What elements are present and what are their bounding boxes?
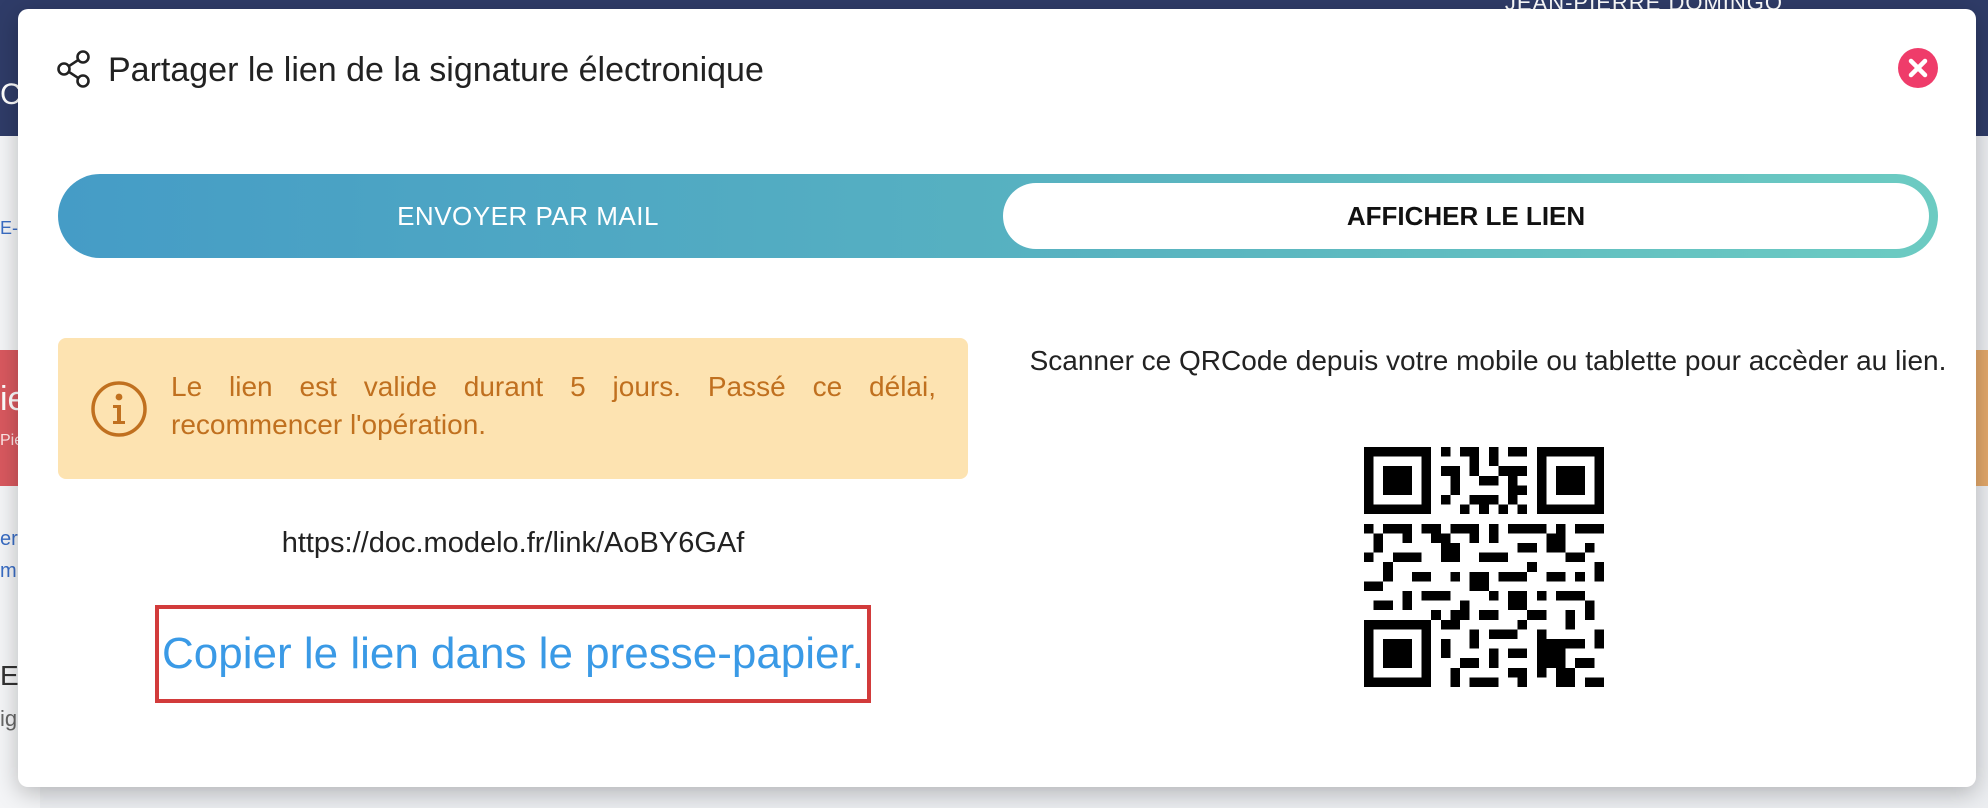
app-fragment-text[interactable]: er [0,528,18,551]
tab-send-by-mail[interactable]: ENVOYER PAR MAIL [58,174,998,258]
share-mode-tabs: ENVOYER PAR MAIL AFFICHER LE LIEN [58,174,1938,258]
qr-instruction: Scanner ce QRCode depuis votre mobile ou… [1029,345,1947,376]
modal-header: Partager le lien de la signature électro… [18,9,1976,129]
copy-highlight-box: Copier le lien dans le presse-papier. [155,605,871,703]
app-fragment-text[interactable]: m [0,560,17,583]
info-icon [90,380,148,438]
modal-title: Partager le lien de la signature électro… [108,51,764,89]
alert-message: Le lien est valide durant 5 jours. Passé… [171,371,936,440]
validity-alert: Le lien est valide durant 5 jours. Passé… [58,338,968,479]
share-link-url: https://doc.modelo.fr/link/AoBY6GAf [281,527,745,559]
qr-code-image [1364,447,1604,687]
share-link-modal: Partager le lien de la signature électro… [18,9,1976,787]
tab-show-link[interactable]: AFFICHER LE LIEN [1003,183,1929,249]
close-button[interactable] [1898,48,1938,88]
app-fragment-text: ig [0,706,18,731]
app-fragment-text: E [0,660,19,691]
share-icon [56,49,94,89]
copy-link-button[interactable]: Copier le lien dans le presse-papier. [159,609,867,699]
